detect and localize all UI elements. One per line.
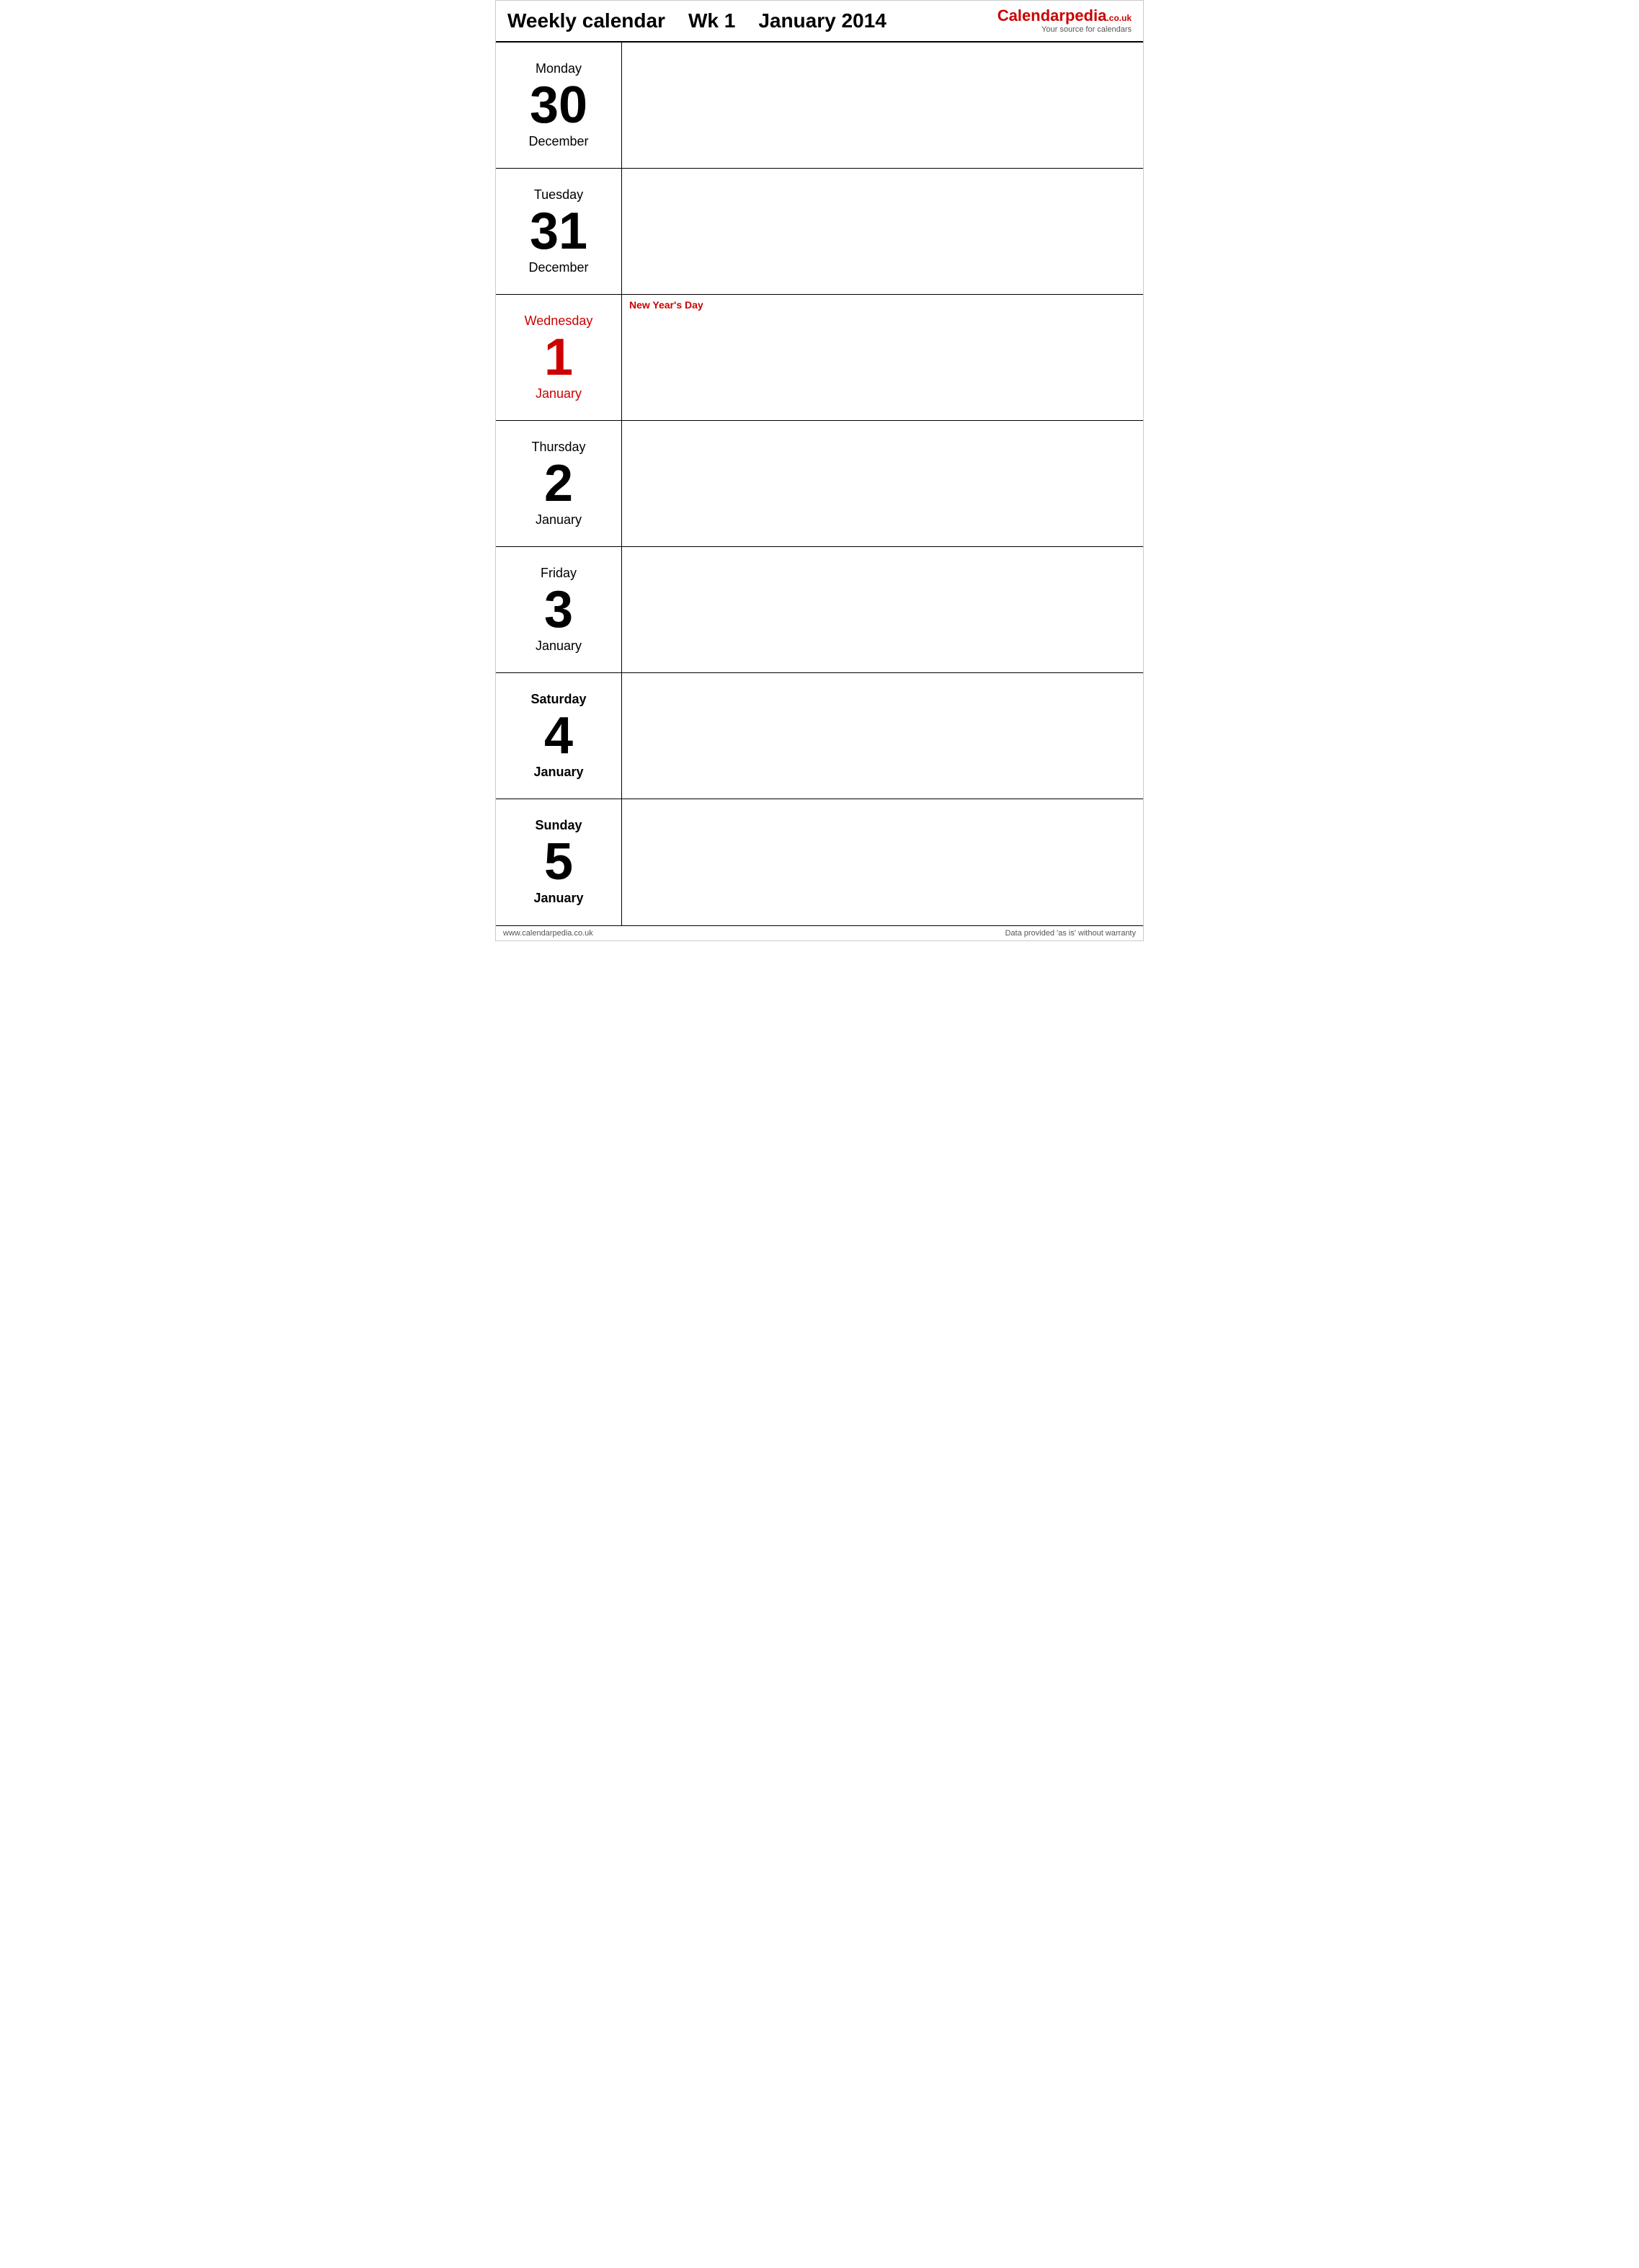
day-name-friday: Friday [541,566,577,581]
day-number-friday: 3 [544,584,573,636]
logo-main: Calendar [998,6,1065,25]
calendar-header: Weekly calendar Wk 1 January 2014 Calend… [496,1,1143,43]
day-label-tuesday: Tuesday 31 December [496,169,622,294]
day-row-thursday: Thursday 2 January [496,421,1143,547]
day-name-saturday: Saturday [530,692,586,707]
day-label-thursday: Thursday 2 January [496,421,622,546]
month-name-monday: December [528,134,588,149]
day-row-saturday: Saturday 4 January [496,673,1143,799]
logo-highlight: pedia [1065,6,1106,25]
day-number-sunday: 5 [544,836,573,888]
month-name-friday: January [536,639,582,654]
month-name-tuesday: December [528,260,588,275]
day-content-saturday [622,673,1143,799]
day-name-wednesday: Wednesday [525,313,593,329]
day-label-sunday: Sunday 5 January [496,799,622,925]
day-row-monday: Monday 30 December [496,43,1143,169]
weekly-calendar-page: Weekly calendar Wk 1 January 2014 Calend… [495,0,1144,941]
day-row-tuesday: Tuesday 31 December [496,169,1143,295]
day-row-friday: Friday 3 January [496,547,1143,673]
calendar-footer: www.calendarpedia.co.uk Data provided 'a… [496,925,1143,940]
day-name-monday: Monday [536,61,582,76]
day-label-friday: Friday 3 January [496,547,622,672]
day-label-wednesday: Wednesday 1 January [496,295,622,420]
header-week: Wk 1 [688,9,735,32]
header-title: Weekly calendar [507,9,665,32]
day-content-friday [622,547,1143,672]
month-name-wednesday: January [536,386,582,401]
logo-tld: .co.uk [1106,13,1132,23]
footer-left: www.calendarpedia.co.uk [503,929,593,938]
day-content-wednesday: New Year's Day [622,295,1143,420]
day-label-saturday: Saturday 4 January [496,673,622,799]
day-number-tuesday: 31 [530,205,587,257]
day-name-thursday: Thursday [531,440,585,455]
holiday-label-wednesday: New Year's Day [629,299,703,311]
day-number-saturday: 4 [544,710,573,762]
day-number-wednesday: 1 [544,332,573,383]
day-row-sunday: Sunday 5 January [496,799,1143,925]
day-name-sunday: Sunday [535,818,582,833]
day-content-tuesday [622,169,1143,294]
footer-right: Data provided 'as is' without warranty [1005,929,1136,938]
day-row-wednesday: Wednesday 1 January New Year's Day [496,295,1143,421]
day-label-monday: Monday 30 December [496,43,622,168]
logo: Calendarpedia.co.uk Your source for cale… [998,6,1132,35]
day-content-monday [622,43,1143,168]
month-name-thursday: January [536,512,582,528]
logo-sub: Your source for calendars [998,25,1132,35]
day-content-sunday [622,799,1143,925]
logo-text: Calendarpedia.co.uk [998,6,1132,25]
day-number-thursday: 2 [544,458,573,510]
day-number-monday: 30 [530,79,587,131]
month-name-sunday: January [533,891,583,906]
day-content-thursday [622,421,1143,546]
header-month-year: January 2014 [758,9,886,32]
calendar-body: Monday 30 December Tuesday 31 December W… [496,43,1143,925]
day-name-tuesday: Tuesday [534,187,583,203]
month-name-saturday: January [533,765,583,780]
